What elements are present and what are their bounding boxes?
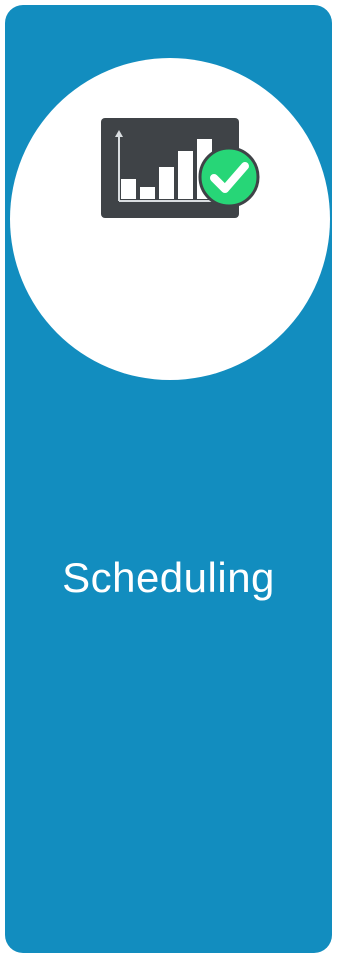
chart-check-icon (99, 117, 261, 232)
scheduling-card[interactable]: Scheduling (5, 5, 332, 953)
card-title: Scheduling (62, 554, 275, 601)
